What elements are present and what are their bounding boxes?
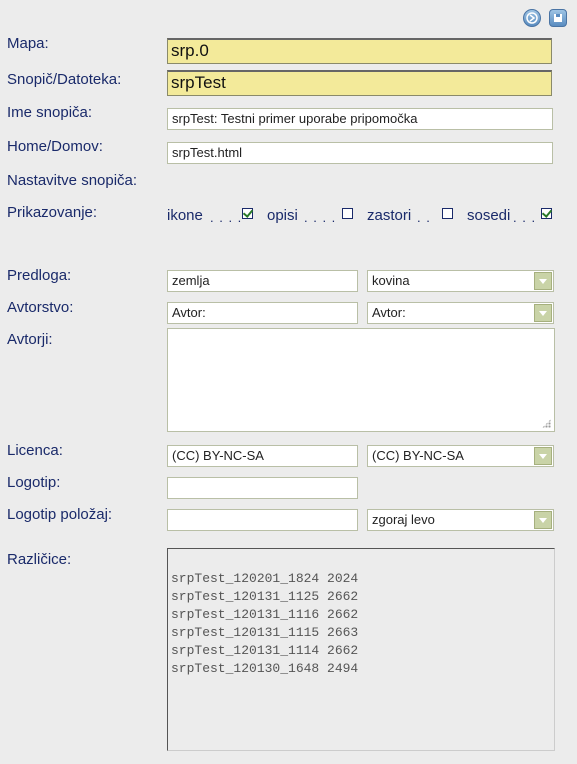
snopic-field[interactable]: srpTest — [167, 70, 552, 96]
save-icon[interactable] — [549, 9, 567, 27]
snopic-label: Snopič/Datoteka: — [7, 71, 122, 88]
version-item[interactable]: srpTest_120131_1115 2663 — [171, 624, 551, 642]
chevron-down-icon[interactable] — [534, 304, 552, 322]
zastori-checkbox[interactable] — [442, 208, 453, 219]
zastori-label: zastori — [367, 207, 412, 224]
ikone-dots: . . . . — [210, 210, 243, 225]
chevron-down-icon[interactable] — [534, 511, 552, 529]
opisi-checkbox[interactable] — [342, 208, 353, 219]
version-item[interactable]: srpTest_120131_1116 2662 — [171, 606, 551, 624]
avtorji-label: Avtorji: — [7, 331, 53, 348]
avtorstvo-select-value: Avtor: — [372, 305, 406, 320]
logotip-polozaj-select-value: zgoraj levo — [372, 512, 435, 527]
avtorstvo-label: Avtorstvo: — [7, 299, 74, 316]
version-item[interactable]: srpTest_120130_1648 2494 — [171, 660, 551, 678]
sosedi-dots: . . . — [513, 210, 537, 225]
arrow-right-circle-icon[interactable] — [523, 9, 541, 27]
licenca-input[interactable]: (CC) BY-NC-SA — [167, 445, 358, 467]
sosedi-checkbox[interactable] — [541, 208, 552, 219]
prikazovanje-label: Prikazovanje: — [7, 204, 98, 221]
home-field[interactable]: srpTest.html — [167, 142, 553, 164]
licenca-select[interactable]: (CC) BY-NC-SA — [367, 445, 554, 467]
zastori-dots: . . — [417, 210, 431, 225]
razlicice-label: Različice: — [7, 551, 72, 568]
predloga-input[interactable]: zemlja — [167, 270, 358, 292]
mapa-label: Mapa: — [7, 35, 49, 52]
mapa-field[interactable]: srp.0 — [167, 38, 552, 64]
predloga-label: Predloga: — [7, 267, 72, 284]
versions-list[interactable]: srpTest_120201_1824 2024 srpTest_120131_1… — [167, 548, 555, 751]
avtorstvo-select[interactable]: Avtor: — [367, 302, 554, 324]
licenca-label: Licenca: — [7, 442, 63, 459]
ime-label: Ime snopiča: — [7, 104, 93, 121]
version-item[interactable]: srpTest_120131_1114 2662 — [171, 642, 551, 660]
logotip-label: Logotip: — [7, 474, 61, 491]
predloga-select[interactable]: kovina — [367, 270, 554, 292]
logotip-polozaj-input[interactable] — [167, 509, 358, 531]
predloga-select-value: kovina — [372, 273, 410, 288]
ime-field[interactable]: srpTest: Testni primer uporabe pripomočk… — [167, 108, 553, 130]
version-item[interactable]: srpTest_120131_1125 2662 — [171, 588, 551, 606]
avtorstvo-input[interactable]: Avtor: — [167, 302, 358, 324]
opisi-dots: . . . . — [304, 210, 337, 225]
version-item[interactable]: srpTest_120201_1824 2024 — [171, 570, 551, 588]
logotip-input[interactable] — [167, 477, 358, 499]
home-label: Home/Domov: — [7, 138, 103, 155]
ikone-label: ikone — [167, 207, 203, 224]
resize-grip-icon[interactable] — [542, 419, 551, 428]
chevron-down-icon[interactable] — [534, 272, 552, 290]
nastavitve-label: Nastavitve snopiča: — [7, 172, 138, 189]
licenca-select-value: (CC) BY-NC-SA — [372, 448, 464, 463]
avtorji-textarea[interactable] — [167, 328, 555, 432]
logotip-polozaj-select[interactable]: zgoraj levo — [367, 509, 554, 531]
opisi-label: opisi — [267, 207, 298, 224]
ikone-checkbox[interactable] — [242, 208, 253, 219]
chevron-down-icon[interactable] — [534, 447, 552, 465]
logotip-polozaj-label: Logotip položaj: — [7, 506, 113, 523]
sosedi-label: sosedi — [467, 207, 511, 224]
